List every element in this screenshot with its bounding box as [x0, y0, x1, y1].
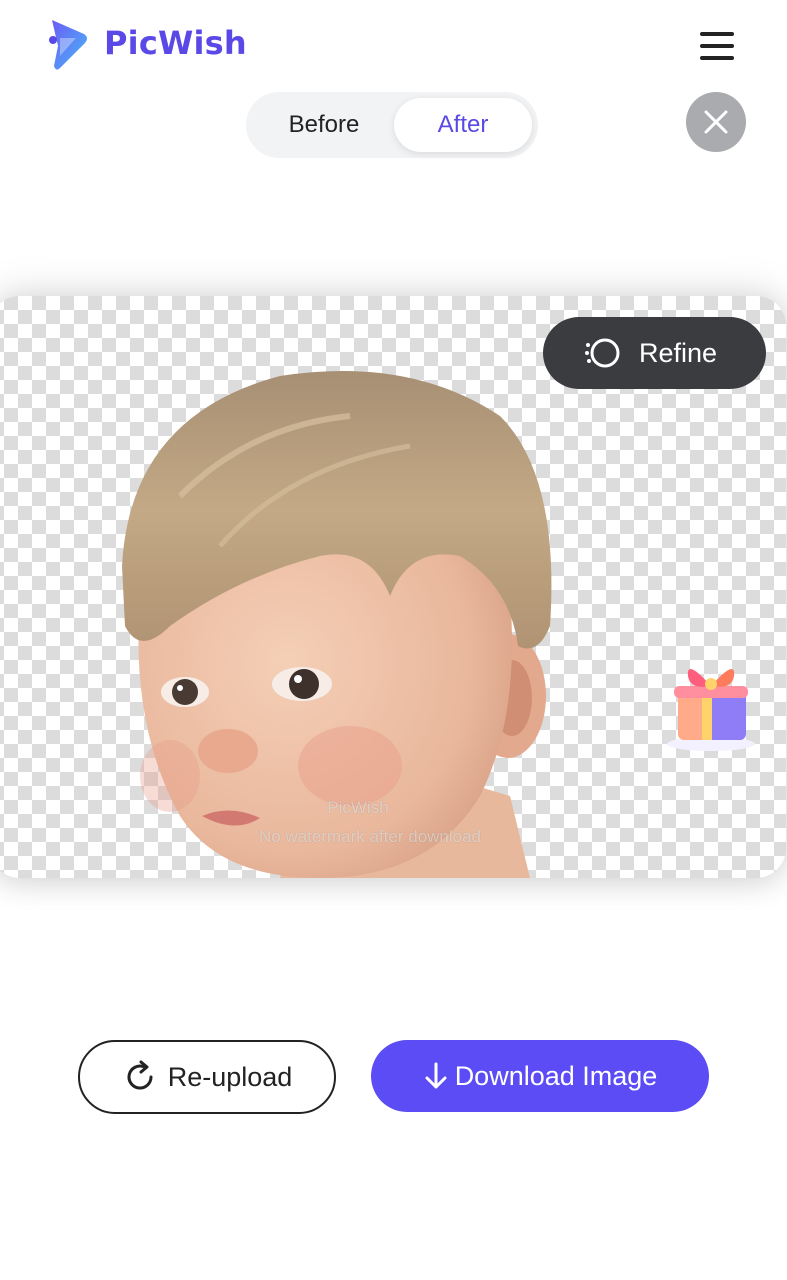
watermark-note: No watermark after download: [258, 827, 482, 846]
brand-logo[interactable]: PicWish: [46, 16, 247, 74]
refresh-icon: [127, 1060, 153, 1090]
download-label: Download Image: [454, 1060, 658, 1091]
toggle-after[interactable]: After: [394, 98, 532, 152]
close-icon: [704, 110, 728, 134]
refine-label: Refine: [639, 337, 718, 368]
toggle-before[interactable]: Before: [250, 98, 398, 152]
download-image-button[interactable]: Download Image: [371, 1040, 709, 1112]
reupload-label: Re-upload: [167, 1061, 293, 1092]
brand-name: PicWish: [104, 24, 247, 62]
hamburger-menu-icon[interactable]: [700, 32, 736, 62]
close-button[interactable]: [686, 92, 746, 152]
before-after-toggle: Before After: [246, 92, 538, 158]
picwish-logo-icon: [49, 20, 87, 70]
download-arrow-icon: [425, 1062, 447, 1089]
result-image-preview: Refine PicWish No watermark after downlo…: [0, 296, 786, 878]
watermark-brand: PicWish: [327, 798, 389, 817]
reupload-button[interactable]: Re-upload: [78, 1040, 336, 1114]
refine-icon: [585, 338, 620, 368]
app-page: PicWish Before After Refine PicWish No w…: [0, 0, 787, 1280]
gift-icon[interactable]: [666, 656, 756, 752]
refine-button[interactable]: Refine: [543, 317, 766, 389]
